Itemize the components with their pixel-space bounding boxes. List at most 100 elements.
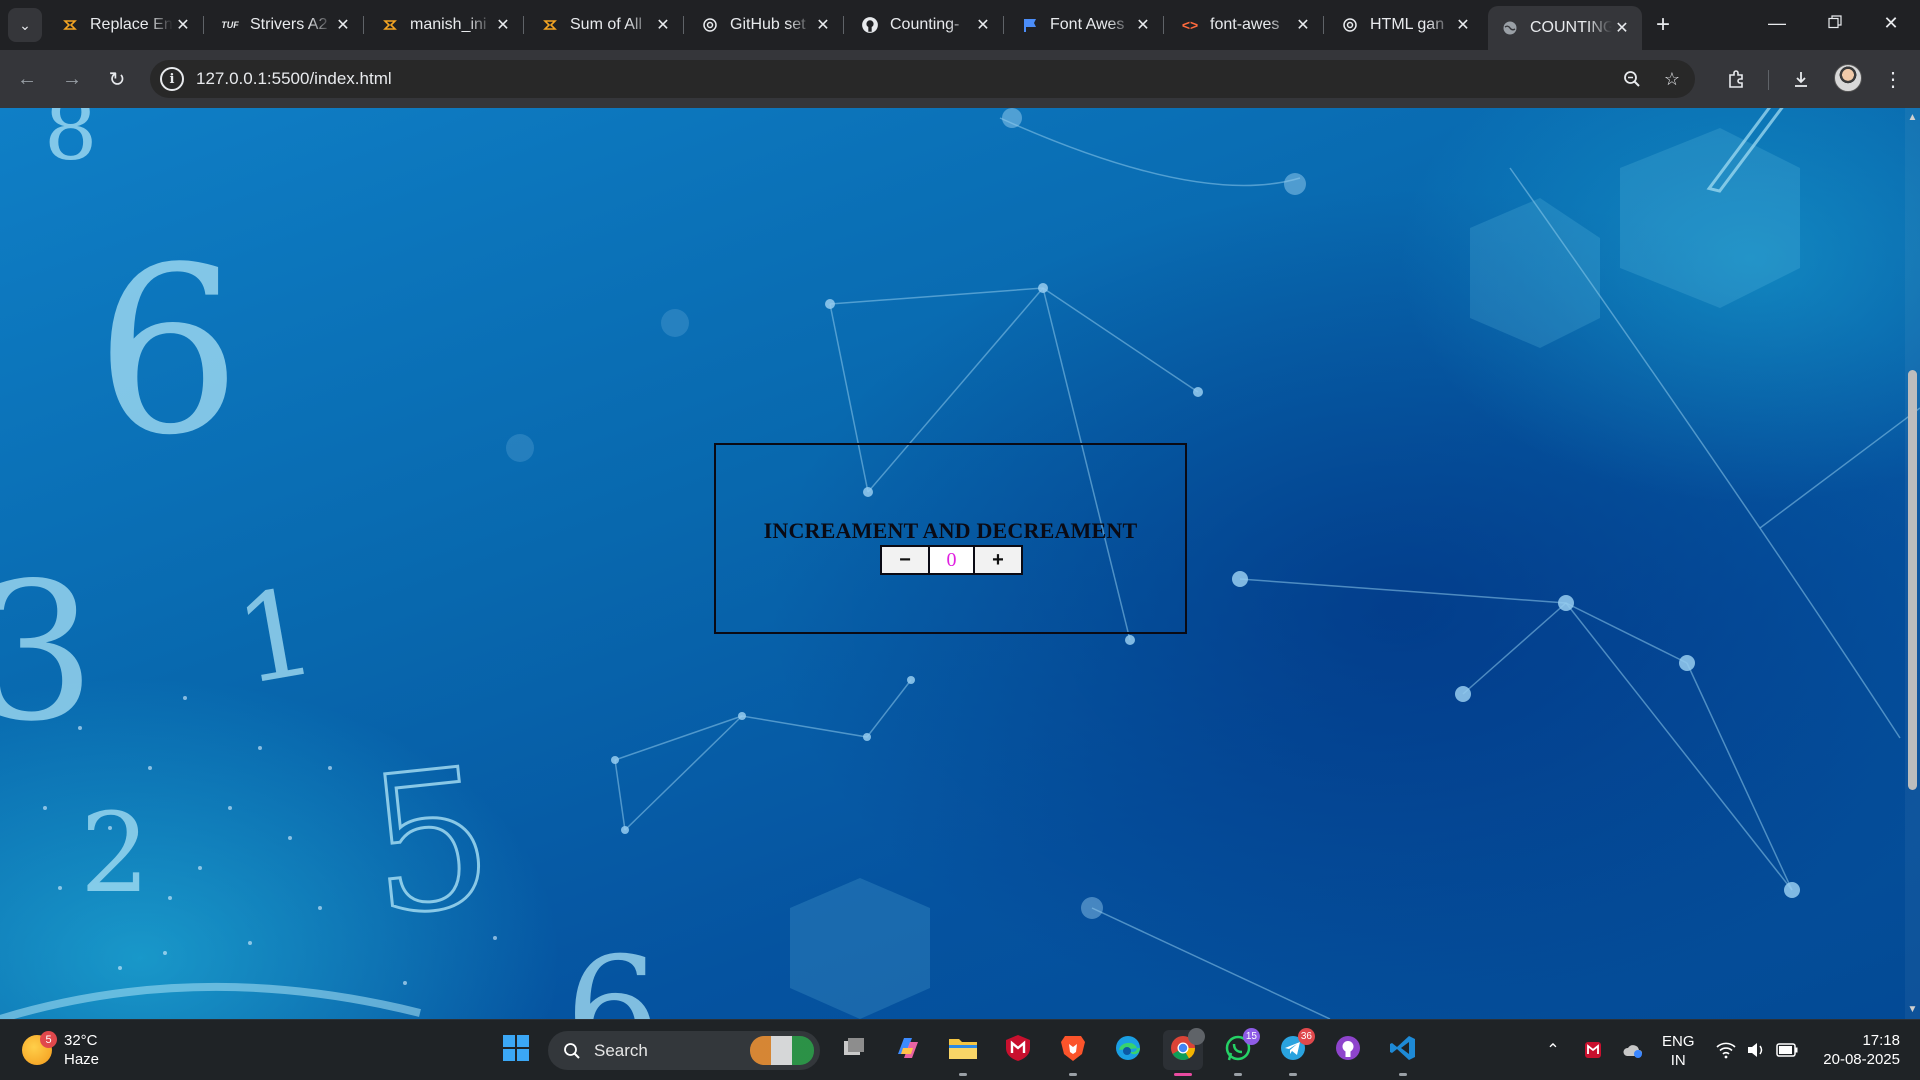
start-button[interactable] xyxy=(496,1030,536,1070)
background-digit: 2 xyxy=(80,789,150,917)
address-bar[interactable]: i 127.0.0.1:5500/index.html ☆ xyxy=(150,60,1695,98)
close-icon: ✕ xyxy=(1883,12,1899,33)
mcafee-tray-icon[interactable] xyxy=(1581,1038,1605,1062)
close-icon[interactable]: ✕ xyxy=(1612,18,1632,38)
close-icon[interactable]: ✕ xyxy=(173,15,193,35)
taskbar-search[interactable]: Search xyxy=(548,1031,820,1070)
active-indicator xyxy=(1174,1073,1192,1076)
taskbar-app-mcafee[interactable] xyxy=(998,1030,1038,1070)
running-indicator xyxy=(1234,1073,1242,1076)
running-indicator xyxy=(1289,1073,1297,1076)
search-placeholder: Search xyxy=(594,1040,648,1060)
taskbar-app-chrome[interactable] xyxy=(1163,1028,1205,1076)
language-indicator[interactable]: ENG IN xyxy=(1662,1032,1695,1070)
taskbar-app-file-explorer[interactable] xyxy=(943,1030,983,1076)
tab-separator xyxy=(683,16,684,34)
tab-3[interactable]: manish_ini ✕ xyxy=(368,8,524,42)
extensions-icon[interactable] xyxy=(1722,64,1752,94)
chevron-up-icon[interactable]: ⌃ xyxy=(1541,1038,1565,1062)
clock[interactable]: 17:18 20-08-2025 xyxy=(1815,1031,1900,1069)
new-tab-button[interactable]: + xyxy=(1648,10,1678,40)
tab-2[interactable]: TUF Strivers A2 ✕ xyxy=(208,8,364,42)
decrement-button[interactable]: − xyxy=(882,547,928,573)
close-window-button[interactable]: ✕ xyxy=(1862,0,1920,46)
mcafee-shield-icon xyxy=(1005,1034,1031,1067)
site-info-icon[interactable]: i xyxy=(160,67,184,91)
code-ninja-icon xyxy=(60,15,80,35)
tab-title: font-awes xyxy=(1210,16,1280,33)
close-icon[interactable]: ✕ xyxy=(1453,15,1473,35)
background-digit: 6 xyxy=(95,219,242,486)
windows-taskbar: 5 32°C Haze Search 15 36 ⌃ ENG IN 17:18 … xyxy=(0,1019,1920,1080)
bookmark-star-icon[interactable]: ☆ xyxy=(1660,67,1684,91)
tab-9[interactable]: HTML gan ✕ xyxy=(1328,8,1483,42)
scroll-up-arrow-icon[interactable]: ▲ xyxy=(1907,112,1918,123)
minimize-button[interactable]: — xyxy=(1748,0,1806,46)
notification-badge: 36 xyxy=(1297,1028,1315,1045)
edge-icon xyxy=(1114,1034,1142,1067)
tab-separator xyxy=(843,16,844,34)
increment-button[interactable]: + xyxy=(975,547,1021,573)
forward-button[interactable]: → xyxy=(55,62,89,96)
task-view-icon xyxy=(841,1035,867,1066)
browser-toolbar: ← → ↻ i 127.0.0.1:5500/index.html ☆ ⋮ xyxy=(0,50,1920,108)
close-icon[interactable]: ✕ xyxy=(973,15,993,35)
taskbar-app-brave[interactable] xyxy=(1053,1030,1093,1076)
taskbar-app-whatsapp[interactable]: 15 xyxy=(1218,1028,1260,1076)
taskbar-app-telegram[interactable]: 36 xyxy=(1273,1028,1315,1076)
code-brackets-icon: <> xyxy=(1181,17,1199,33)
tab-1[interactable]: Replace En ✕ xyxy=(48,8,204,42)
tab-4[interactable]: Sum of All ✕ xyxy=(528,8,684,42)
running-indicator xyxy=(1069,1073,1077,1076)
scrollbar-thumb[interactable] xyxy=(1908,370,1917,790)
restore-button[interactable] xyxy=(1806,0,1864,46)
tab-8[interactable]: <> font-awes ✕ xyxy=(1168,8,1324,42)
vertical-scrollbar[interactable]: ▲ ▼ xyxy=(1905,108,1920,1019)
scroll-down-arrow-icon[interactable]: ▼ xyxy=(1907,1004,1918,1015)
openai-icon xyxy=(1340,15,1360,35)
weather-widget[interactable]: 5 32°C Haze xyxy=(22,1030,99,1070)
counter-value: 0 xyxy=(928,547,975,573)
clock-date: 20-08-2025 xyxy=(1823,1051,1900,1068)
close-icon[interactable]: ✕ xyxy=(493,15,513,35)
close-icon[interactable]: ✕ xyxy=(333,15,353,35)
tab-search-button[interactable]: ⌄ xyxy=(8,8,42,42)
brave-lion-icon xyxy=(1060,1034,1086,1067)
onedrive-icon[interactable] xyxy=(1621,1038,1645,1062)
plus-icon: + xyxy=(1655,11,1670,38)
tab-5[interactable]: GitHub set ✕ xyxy=(688,8,844,42)
flag-icon xyxy=(1020,15,1040,35)
url-text[interactable]: 127.0.0.1:5500/index.html xyxy=(196,69,392,89)
battery-icon[interactable] xyxy=(1775,1038,1799,1062)
background-digit: 6 xyxy=(565,926,661,1019)
taskbar-app-github-desktop[interactable] xyxy=(1328,1030,1368,1070)
download-icon[interactable] xyxy=(1786,64,1816,94)
github-desktop-icon xyxy=(1334,1034,1362,1067)
weather-badge: 5 xyxy=(40,1031,57,1048)
close-icon[interactable]: ✕ xyxy=(813,15,833,35)
volume-icon[interactable] xyxy=(1744,1038,1768,1062)
back-button[interactable]: ← xyxy=(10,62,44,96)
taskbar-app-copilot[interactable] xyxy=(888,1030,928,1070)
tab-title: GitHub set xyxy=(730,16,806,33)
globe-icon xyxy=(1500,18,1520,38)
taskbar-app-edge[interactable] xyxy=(1108,1030,1148,1070)
tab-7[interactable]: Font Awes ✕ xyxy=(1008,8,1164,42)
background-digit: 5 xyxy=(357,725,503,960)
tab-10-active[interactable]: COUNTING ✕ xyxy=(1488,6,1642,50)
background-digit: 8 xyxy=(44,108,98,179)
wifi-icon[interactable] xyxy=(1714,1038,1738,1062)
close-icon[interactable]: ✕ xyxy=(1293,15,1313,35)
close-icon[interactable]: ✕ xyxy=(1133,15,1153,35)
menu-kebab-icon[interactable]: ⋮ xyxy=(1878,64,1908,94)
reload-button[interactable]: ↻ xyxy=(100,62,134,96)
taskbar-app-vscode[interactable] xyxy=(1383,1030,1423,1076)
search-highlight-art xyxy=(750,1036,814,1065)
profile-avatar[interactable] xyxy=(1834,64,1862,92)
tab-6[interactable]: Counting- ✕ xyxy=(848,8,1004,42)
taskbar-app-task-view[interactable] xyxy=(834,1030,874,1070)
minimize-icon: — xyxy=(1768,12,1786,33)
page-viewport: 8 6 3 1 2 5 6 7 INCREAMENT AND DECREAMEN… xyxy=(0,108,1920,1019)
zoom-icon[interactable] xyxy=(1620,67,1644,91)
close-icon[interactable]: ✕ xyxy=(653,15,673,35)
